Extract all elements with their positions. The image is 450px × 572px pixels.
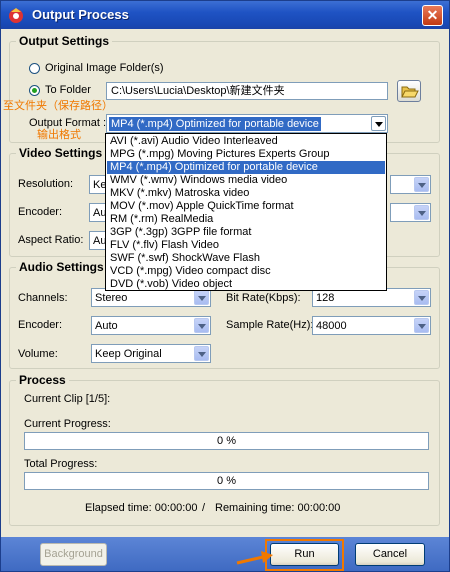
resolution-select-right[interactable] xyxy=(390,175,431,194)
chevron-down-icon[interactable] xyxy=(414,177,429,192)
current-progress-bar: 0 % xyxy=(24,432,429,450)
footer-bar: Background Run Cancel xyxy=(1,537,449,571)
output-format-dropdown-list[interactable]: AVI (*.avi) Audio Video Interleaved MPG (… xyxy=(105,133,387,291)
channels-value: Stereo xyxy=(95,292,128,304)
background-button[interactable]: Background xyxy=(40,543,107,566)
chevron-down-icon[interactable] xyxy=(414,205,429,220)
chevron-down-icon[interactable] xyxy=(414,290,429,305)
format-option[interactable]: MOV (*.mov) Apple QuickTime format xyxy=(107,200,385,213)
current-progress-text: 0 % xyxy=(217,435,236,447)
cancel-button[interactable]: Cancel xyxy=(355,543,425,566)
original-folder-radio[interactable] xyxy=(29,63,40,74)
current-progress-label: Current Progress: xyxy=(24,418,111,430)
annotation-save-path: 至文件夹（保存路径） xyxy=(3,100,113,112)
resolution-label: Resolution: xyxy=(18,178,74,190)
volume-select[interactable]: Keep Original xyxy=(91,344,211,363)
format-option[interactable]: VCD (*.mpg) Video compact disc xyxy=(107,265,385,278)
bitrate-value: 128 xyxy=(316,292,335,304)
volume-label: Volume: xyxy=(18,348,58,360)
sample-rate-select[interactable]: 48000 xyxy=(312,316,431,335)
folder-path-input[interactable]: C:\Users\Lucia\Desktop\新建文件夹 xyxy=(106,82,388,100)
total-progress-text: 0 % xyxy=(217,475,236,487)
bitrate-label: Bit Rate(Kbps): xyxy=(226,292,301,304)
format-option[interactable]: FLV (*.flv) Flash Video xyxy=(107,239,385,252)
process-group: Process Current Clip [1/5]: Current Prog… xyxy=(9,373,440,526)
format-option[interactable]: 3GP (*.3gp) 3GPP file format xyxy=(107,226,385,239)
close-icon: ✕ xyxy=(426,7,439,23)
format-option[interactable]: SWF (*.swf) ShockWave Flash xyxy=(107,252,385,265)
app-icon xyxy=(9,8,23,23)
original-folder-label[interactable]: Original Image Folder(s) xyxy=(45,62,164,74)
window-title: Output Process xyxy=(32,7,129,22)
time-separator: / xyxy=(202,502,206,514)
aspect-ratio-label: Aspect Ratio: xyxy=(18,234,84,246)
channels-label: Channels: xyxy=(18,292,68,304)
format-option[interactable]: AVI (*.avi) Audio Video Interleaved xyxy=(107,135,385,148)
chevron-down-icon[interactable] xyxy=(371,116,386,131)
elapsed-time: Elapsed time: 00:00:00 xyxy=(85,502,198,514)
format-option[interactable]: MPG (*.mpg) Moving Pictures Experts Grou… xyxy=(107,148,385,161)
remaining-time: Remaining time: 00:00:00 xyxy=(215,502,341,514)
run-button[interactable]: Run xyxy=(270,543,339,566)
format-option[interactable]: RM (*.rm) RealMedia xyxy=(107,213,385,226)
to-folder-label[interactable]: To Folder xyxy=(45,84,91,96)
volume-value: Keep Original xyxy=(95,348,162,360)
total-progress-label: Total Progress: xyxy=(24,458,98,470)
browse-folder-button[interactable] xyxy=(397,80,421,102)
total-progress-bar: 0 % xyxy=(24,472,429,490)
output-process-window: Output Process ✕ Output Settings Origina… xyxy=(0,0,450,572)
title-bar[interactable]: Output Process ✕ xyxy=(1,1,449,29)
audio-encoder-label: Encoder: xyxy=(18,319,63,331)
format-option[interactable]: MKV (*.mkv) Matroska video xyxy=(107,187,385,200)
format-option[interactable]: MP4 (*.mp4) Optimized for portable devic… xyxy=(107,161,385,174)
close-button[interactable]: ✕ xyxy=(422,5,443,26)
format-option[interactable]: DVD (*.vob) Video object xyxy=(107,278,385,291)
video-encoder-select-right[interactable] xyxy=(390,203,431,222)
process-title: Process xyxy=(16,373,69,387)
chevron-down-icon[interactable] xyxy=(194,290,209,305)
folder-open-icon xyxy=(401,86,419,98)
annotation-output-format: 输出格式 xyxy=(37,129,81,141)
chevron-down-icon[interactable] xyxy=(194,318,209,333)
output-format-value: MP4 (*.mp4) Optimized for portable devic… xyxy=(109,117,321,131)
to-folder-radio[interactable] xyxy=(29,85,40,96)
audio-settings-title: Audio Settings xyxy=(16,260,107,274)
arrow-icon xyxy=(236,551,273,565)
output-settings-title: Output Settings xyxy=(16,34,112,48)
chevron-down-icon[interactable] xyxy=(414,318,429,333)
video-encoder-label: Encoder: xyxy=(18,206,63,218)
output-format-select[interactable]: MP4 (*.mp4) Optimized for portable devic… xyxy=(106,114,388,133)
sample-rate-value: 48000 xyxy=(316,320,347,332)
audio-encoder-select[interactable]: Auto xyxy=(91,316,211,335)
chevron-down-icon[interactable] xyxy=(194,346,209,361)
sample-rate-label: Sample Rate(Hz): xyxy=(226,319,314,331)
video-settings-title: Video Settings xyxy=(16,146,106,160)
audio-encoder-value: Auto xyxy=(95,320,118,332)
format-option[interactable]: WMV (*.wmv) Windows media video xyxy=(107,174,385,187)
current-clip-label: Current Clip [1/5]: xyxy=(24,393,111,405)
